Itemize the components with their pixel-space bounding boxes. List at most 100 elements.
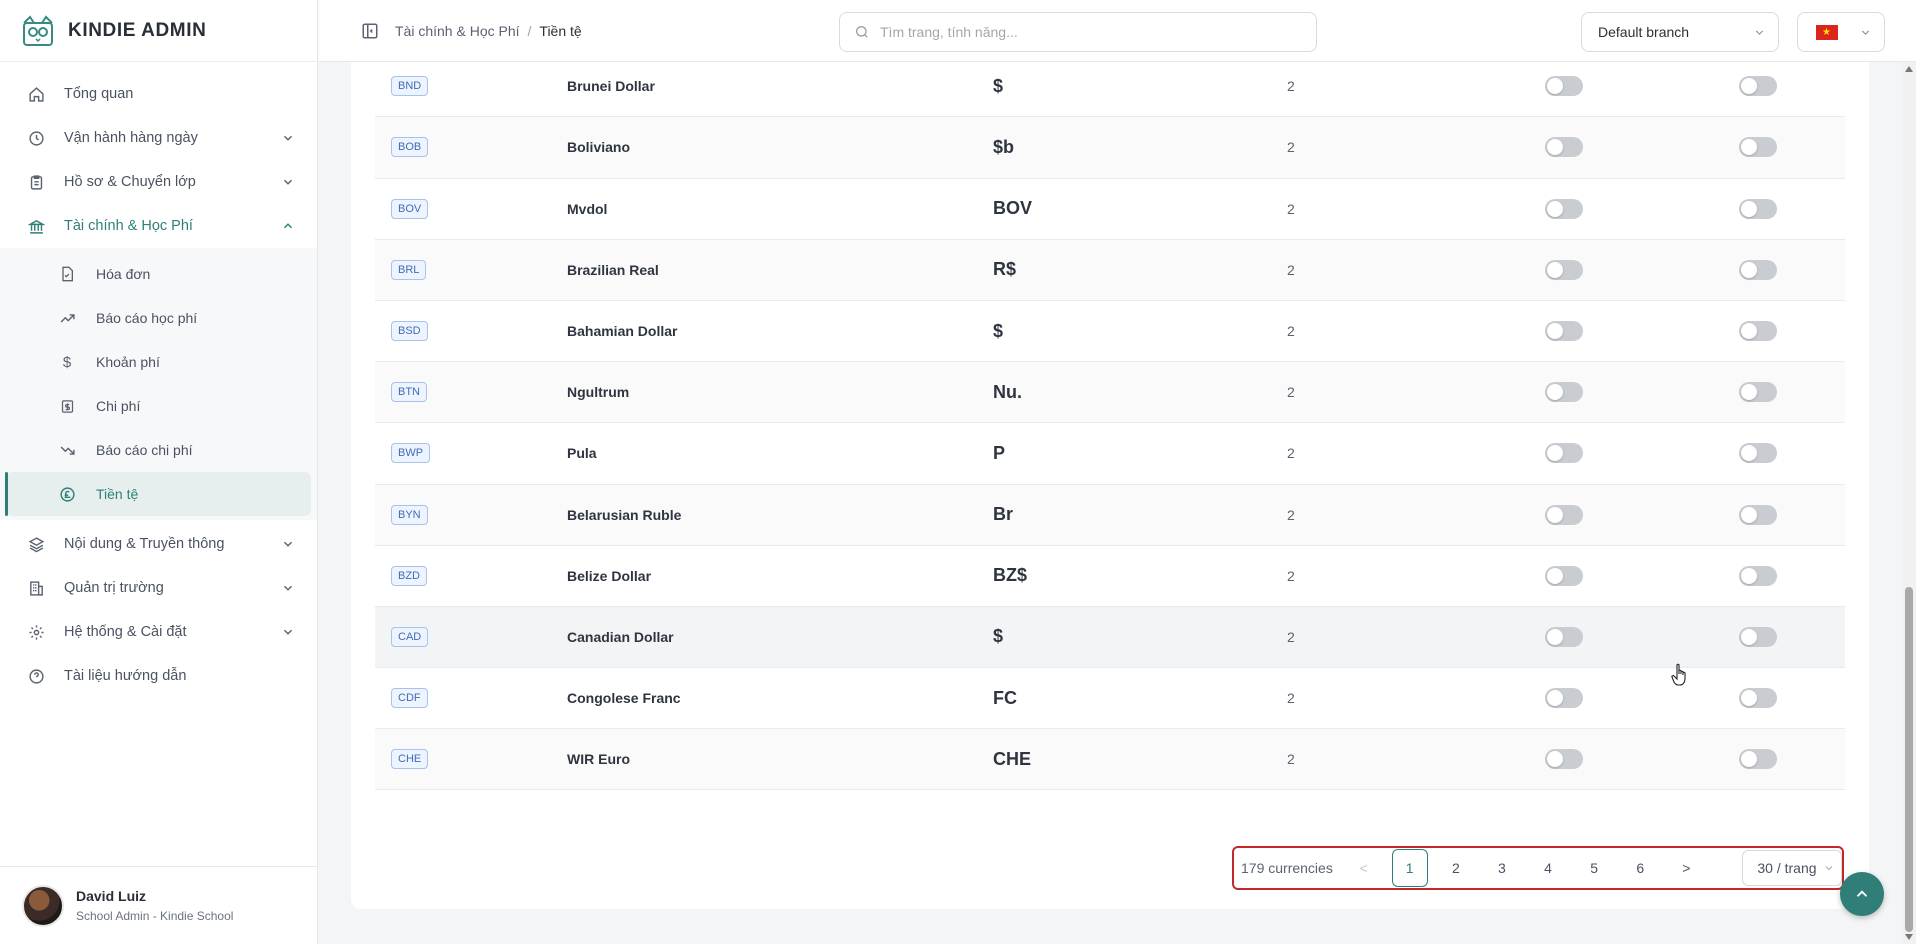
active-toggle[interactable]	[1739, 259, 1777, 280]
prev-page-button[interactable]: <	[1346, 849, 1382, 887]
default-toggle[interactable]	[1545, 321, 1583, 342]
toggle-cell	[1739, 137, 1839, 158]
page-size-value: 30 / trang	[1757, 860, 1817, 876]
page-button-5[interactable]: 5	[1576, 849, 1612, 887]
active-toggle[interactable]	[1739, 137, 1777, 158]
default-toggle[interactable]	[1545, 749, 1583, 770]
default-toggle[interactable]	[1545, 76, 1583, 97]
currency-code-tag: CAD	[391, 626, 429, 647]
default-toggle[interactable]	[1545, 198, 1583, 219]
brand[interactable]: KINDIE ADMIN	[0, 0, 317, 62]
page-button-4[interactable]: 4	[1530, 849, 1566, 887]
scrollbar[interactable]	[1902, 62, 1916, 944]
sidebar-toggle-icon[interactable]	[361, 22, 379, 40]
page-button-1[interactable]: 1	[1391, 849, 1428, 887]
sidebar-item-expenses[interactable]: Chi phí	[6, 384, 311, 428]
sidebar-item-settings[interactable]: Hệ thống & Cài đặt	[0, 610, 317, 654]
sidebar-item-records[interactable]: Hồ sơ & Chuyển lớp	[0, 160, 317, 204]
active-toggle[interactable]	[1739, 626, 1777, 647]
active-toggle[interactable]	[1739, 749, 1777, 770]
sidebar-item-label: Hóa đơn	[96, 266, 151, 282]
scroll-up-arrow-icon[interactable]	[1905, 66, 1913, 72]
active-toggle[interactable]	[1739, 321, 1777, 342]
next-page-button[interactable]: >	[1668, 849, 1704, 887]
default-toggle[interactable]	[1545, 382, 1583, 403]
branch-select[interactable]: Default branch	[1581, 12, 1779, 52]
page-button-6[interactable]: 6	[1622, 849, 1658, 887]
default-toggle[interactable]	[1545, 443, 1583, 464]
sidebar-item-daily-operations[interactable]: Vận hành hàng ngày	[0, 116, 317, 160]
finance-submenu: Hóa đơn Báo cáo học phí $ Khoản phí Chi …	[0, 248, 317, 520]
code-cell: BND	[375, 76, 567, 97]
table-row[interactable]: BOV Mvdol BOV 2	[375, 179, 1845, 240]
layers-icon	[26, 534, 46, 554]
sidebar-item-overview[interactable]: Tổng quan	[0, 72, 317, 116]
sidebar-item-invoices[interactable]: Hóa đơn	[6, 252, 311, 296]
table-row[interactable]: BSD Bahamian Dollar $2	[375, 301, 1845, 363]
active-toggle[interactable]	[1739, 382, 1777, 403]
currency-code-tag: CDF	[391, 688, 428, 709]
sidebar-item-label: Tổng quan	[64, 86, 134, 102]
breadcrumb-finance[interactable]: Tài chính & Học Phí	[395, 23, 520, 39]
table-row[interactable]: BOB Boliviano $b 2	[375, 117, 1845, 179]
default-toggle[interactable]	[1545, 137, 1583, 158]
table-row[interactable]: BZD Belize Dollar BZ$ 2	[375, 546, 1845, 607]
currency-name: Ngultrum	[567, 384, 630, 401]
active-toggle[interactable]	[1739, 76, 1777, 97]
table-row[interactable]: CAD Canadian Dollar $2	[375, 606, 1845, 669]
scroll-to-top-button[interactable]	[1840, 872, 1884, 916]
user-role: School Admin - Kindie School	[76, 909, 234, 923]
table-row[interactable]: BYN Belarusian Ruble Br 2	[375, 484, 1845, 546]
sidebar-item-label: Nội dung & Truyền thông	[64, 536, 225, 552]
page-button-3[interactable]: 3	[1484, 849, 1520, 887]
table-row[interactable]: BWP Pula P 2	[375, 423, 1845, 485]
sidebar-item-school-admin[interactable]: Quản trị trường	[0, 566, 317, 610]
sidebar-item-content[interactable]: Nội dung & Truyền thông	[0, 522, 317, 566]
sidebar-item-finance[interactable]: Tài chính & Học Phí	[0, 204, 317, 248]
sidebar-item-docs[interactable]: Tài liệu hướng dẫn	[0, 654, 317, 698]
bank-icon	[26, 216, 46, 236]
code-cell: CAD	[375, 626, 567, 647]
toggle-cell	[1545, 137, 1739, 158]
sidebar-item-expense-report[interactable]: Báo cáo chi phí	[6, 428, 311, 472]
scrollbar-thumb[interactable]	[1905, 587, 1913, 932]
user-name: David Luiz	[76, 888, 147, 904]
active-toggle[interactable]	[1739, 198, 1777, 219]
table-row[interactable]: BND Brunei Dollar $2	[375, 56, 1845, 118]
sidebar-item-fees[interactable]: $ Khoản phí	[6, 340, 311, 384]
currency-symbol: Br	[993, 504, 1014, 525]
table-row[interactable]: CDF Congolese Franc FC 2	[375, 668, 1845, 730]
table-row[interactable]: BTN Ngultrum Nu. 2	[375, 362, 1845, 424]
language-select[interactable]	[1797, 12, 1885, 52]
default-toggle[interactable]	[1545, 565, 1583, 586]
page-size-select[interactable]: 30 / trang	[1742, 850, 1842, 886]
toggle-cell	[1545, 565, 1739, 586]
table-row[interactable]: CHE WIR Euro CHE 2	[375, 729, 1845, 791]
user-profile[interactable]: David Luiz School Admin - Kindie School	[0, 866, 318, 944]
toggle-cell	[1545, 259, 1739, 280]
sidebar-item-tuition-report[interactable]: Báo cáo học phí	[6, 296, 311, 340]
active-toggle[interactable]	[1739, 688, 1777, 709]
default-toggle[interactable]	[1545, 504, 1583, 525]
sidebar-item-currency[interactable]: Tiền tệ	[5, 472, 311, 516]
active-toggle[interactable]	[1739, 565, 1777, 586]
sidebar-item-label: Hồ sơ & Chuyển lớp	[64, 174, 196, 190]
currency-name: Belarusian Ruble	[567, 506, 682, 523]
default-toggle[interactable]	[1545, 259, 1583, 280]
scroll-down-arrow-icon[interactable]	[1905, 934, 1913, 940]
active-toggle[interactable]	[1739, 443, 1777, 464]
default-toggle[interactable]	[1545, 626, 1583, 647]
page-button-2[interactable]: 2	[1438, 849, 1474, 887]
sidebar-item-label: Tài liệu hướng dẫn	[64, 668, 187, 684]
table-row[interactable]: BRL Brazilian Real R$ 2	[375, 239, 1845, 301]
currency-name: Boliviano	[567, 139, 631, 156]
currency-decimals: 2	[1287, 690, 1295, 707]
search-box[interactable]	[839, 12, 1317, 52]
default-toggle[interactable]	[1545, 688, 1583, 709]
active-toggle[interactable]	[1739, 504, 1777, 525]
currency-symbol: $	[993, 320, 1004, 341]
currency-symbol: R$	[993, 259, 1017, 280]
currency-decimals: 2	[1287, 445, 1295, 462]
search-input[interactable]	[880, 24, 1280, 40]
chevron-down-icon	[283, 629, 293, 635]
